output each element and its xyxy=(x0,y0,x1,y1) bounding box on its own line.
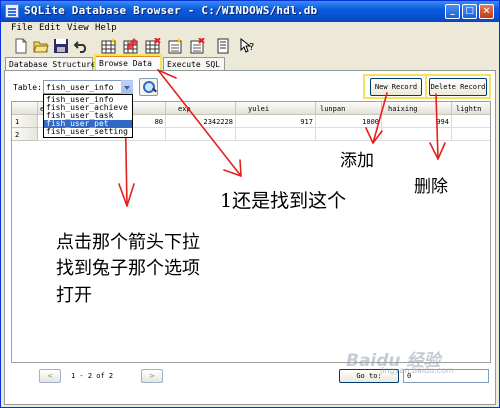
column-header[interactable]: lightn xyxy=(452,102,490,115)
table-cell[interactable] xyxy=(236,128,316,141)
table-cell[interactable] xyxy=(316,128,382,141)
sql-log-icon[interactable] xyxy=(215,38,231,54)
create-table-icon[interactable] xyxy=(101,38,117,54)
open-db-icon[interactable] xyxy=(33,38,49,54)
record-status: 1 - 2 of 2 xyxy=(71,372,114,380)
new-record-highlight xyxy=(363,74,427,99)
table-cell[interactable]: 917 xyxy=(236,115,316,128)
undo-icon[interactable] xyxy=(73,38,89,54)
table-label: Table: xyxy=(13,83,42,92)
table-cell[interactable] xyxy=(166,128,236,141)
grid-corner xyxy=(12,102,38,115)
table-dropdown-list: fish_user_info fish_user_achieve fish_us… xyxy=(43,94,133,138)
next-page-button[interactable]: > xyxy=(141,369,163,383)
table-select[interactable]: fish_user_info xyxy=(43,80,133,94)
title-bar[interactable]: SQLite Database Browser - C:/WINDOWS/hdl… xyxy=(1,1,499,22)
whats-this-icon[interactable]: ? xyxy=(239,38,255,54)
chevron-down-icon[interactable] xyxy=(121,80,133,94)
annotation-add: 添加 xyxy=(340,151,374,171)
column-header[interactable]: lunpan xyxy=(316,102,382,115)
app-icon xyxy=(5,4,19,18)
delete-table-icon[interactable] xyxy=(145,38,161,54)
tab-execute-sql[interactable]: Execute SQL xyxy=(163,57,225,70)
create-index-icon[interactable] xyxy=(167,38,183,54)
watermark-url: jingyan.baidu.com xyxy=(380,366,454,375)
table-cell[interactable]: 994 xyxy=(382,115,452,128)
column-header[interactable]: exp xyxy=(166,102,236,115)
menu-view[interactable]: View xyxy=(67,23,89,33)
table-cell[interactable] xyxy=(452,115,490,128)
window-title: SQLite Database Browser - C:/WINDOWS/hdl… xyxy=(24,4,318,17)
tab-database-structure[interactable]: Database Structure xyxy=(5,57,96,70)
toolbar: ? xyxy=(1,36,499,56)
dropdown-option-fish-user-setting[interactable]: fish_user_setting xyxy=(44,128,132,136)
maximize-button[interactable]: □ xyxy=(462,4,477,19)
delete-record-highlight xyxy=(425,74,491,99)
row-header[interactable]: 1 xyxy=(12,115,38,128)
column-header[interactable]: haixing xyxy=(382,102,452,115)
menu-bar: File Edit View Help xyxy=(1,22,499,36)
table-cell[interactable]: 1000 xyxy=(316,115,382,128)
annotation-found-this: 1还是找到这个 xyxy=(220,190,347,212)
search-button[interactable] xyxy=(139,78,158,96)
annotation-instruction-3: 打开 xyxy=(56,285,92,306)
previous-page-button[interactable]: < xyxy=(39,369,61,383)
new-db-icon[interactable] xyxy=(13,38,29,54)
table-cell[interactable] xyxy=(382,128,452,141)
menu-help[interactable]: Help xyxy=(95,23,117,33)
close-button[interactable]: × xyxy=(479,4,494,19)
svg-text:?: ? xyxy=(249,42,254,53)
save-icon[interactable] xyxy=(53,38,69,54)
annotation-instruction-2: 找到兔子那个选项 xyxy=(56,258,200,279)
delete-index-icon[interactable] xyxy=(189,38,205,54)
menu-edit[interactable]: Edit xyxy=(39,23,61,33)
column-header[interactable]: yulei xyxy=(236,102,316,115)
table-cell[interactable] xyxy=(452,128,490,141)
annotation-delete: 删除 xyxy=(414,177,448,197)
minimize-button[interactable]: _ xyxy=(445,4,460,19)
annotation-instruction-1: 点击那个箭头下拉 xyxy=(56,232,200,253)
table-cell[interactable]: 2342228 xyxy=(166,115,236,128)
menu-file[interactable]: File xyxy=(11,23,33,33)
modify-table-icon[interactable] xyxy=(123,38,139,54)
row-header[interactable]: 2 xyxy=(12,128,38,141)
